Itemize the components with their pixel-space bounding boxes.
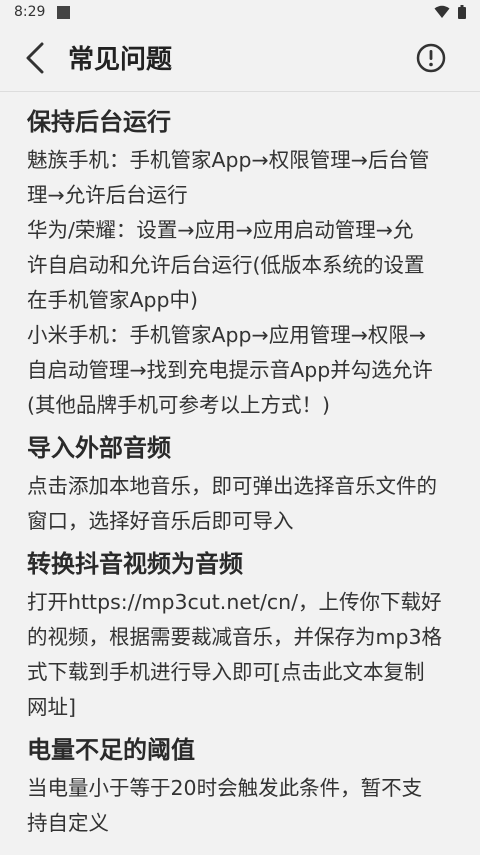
faq-line: 许自启动和允许后台运行(低版本系统的设置 [27,253,425,277]
faq-line: 打开https://mp3cut.net/cn/，上传你下载好 [27,590,442,614]
faq-body: 魅族手机：手机管家App→权限管理→后台管 理→允许后台运行 华为/荣耀：设置→… [27,143,454,423]
status-time: 8:29 [14,4,46,20]
faq-line: 式下载到手机进行导入即可[点击此文本复制 [27,660,425,684]
faq-line: 小米手机：手机管家App→应用管理→权限→ [27,323,427,347]
faq-line: 窗口，选择好音乐后即可导入 [27,509,294,533]
faq-title: 导入外部音频 [27,434,171,462]
faq-line: (其他品牌手机可参考以上方式！) [27,393,330,417]
faq-item-battery-threshold: 电量不足的阈值 当电量小于等于20时会触发此条件，暂不支 持自定义 [27,731,454,841]
wifi-icon [434,5,450,18]
faq-item-convert-video: 转换抖音视频为音频 打开https://mp3cut.net/cn/，上传你下载… [27,545,454,725]
back-button[interactable] [12,35,58,81]
faq-line: 魅族手机：手机管家App→权限管理→后台管 [27,148,430,172]
faq-line: 点击添加本地音乐，即可弹出选择音乐文件的 [27,474,437,498]
faq-body: 当电量小于等于20时会触发此条件，暂不支 持自定义 [27,771,454,841]
faq-line: 持自定义 [27,811,109,835]
exclamation-circle-icon [416,43,446,72]
back-arrow-icon [26,42,44,73]
faq-line: 华为/荣耀：设置→应用→应用启动管理→允 [27,218,414,242]
page-title: 常见问题 [68,45,173,75]
notification-icon [57,5,71,19]
faq-item-keep-background: 保持后台运行 魅族手机：手机管家App→权限管理→后台管 理→允许后台运行 华为… [27,103,454,423]
faq-line: 理→允许后台运行 [27,183,188,207]
copy-url-text[interactable]: 打开https://mp3cut.net/cn/，上传你下载好 的视频，根据需要… [27,585,454,725]
faq-line: 的视频，根据需要裁减音乐，并保存为mp3格 [27,625,443,649]
faq-title: 保持后台运行 [27,108,171,136]
app-bar: 常见问题 [0,24,480,92]
battery-icon [458,5,466,19]
faq-line: 在手机管家App中) [27,288,199,312]
faq-item-import-audio: 导入外部音频 点击添加本地音乐，即可弹出选择音乐文件的 窗口，选择好音乐后即可导… [27,429,454,539]
status-icons [434,5,466,19]
faq-title: 电量不足的阈值 [27,736,195,764]
faq-title: 转换抖音视频为音频 [27,550,243,578]
faq-line: 网址] [27,695,76,719]
faq-list: 保持后台运行 魅族手机：手机管家App→权限管理→后台管 理→允许后台运行 华为… [0,93,480,855]
faq-body: 点击添加本地音乐，即可弹出选择音乐文件的 窗口，选择好音乐后即可导入 [27,469,454,539]
faq-line: 当电量小于等于20时会触发此条件，暂不支 [27,776,423,800]
faq-line: 自启动管理→找到充电提示音App并勾选允许 [27,358,433,382]
info-button[interactable] [414,41,448,75]
status-bar: 8:29 [0,0,480,24]
